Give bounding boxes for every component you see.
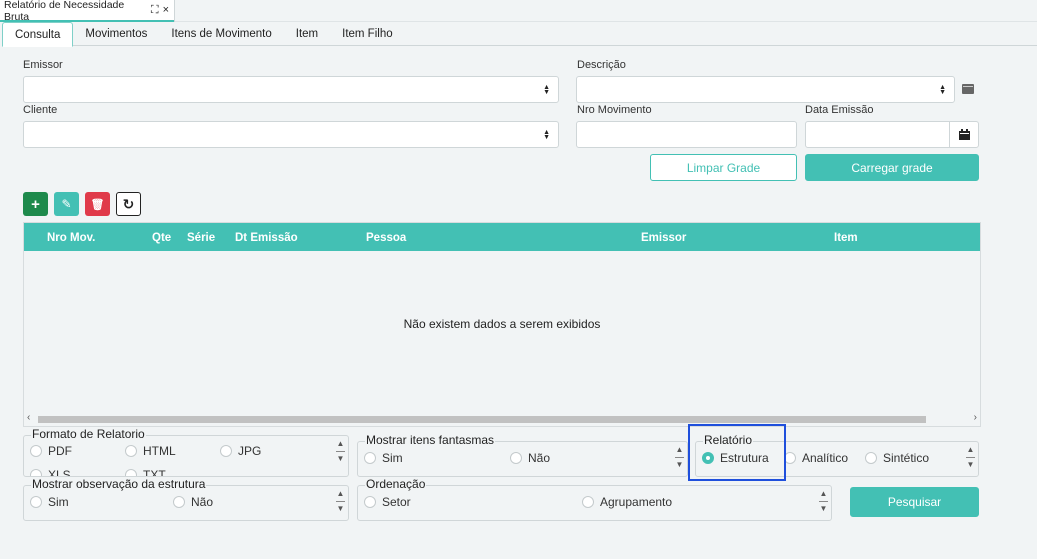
relatorio-scroll[interactable]: ▲ ▼ bbox=[966, 446, 975, 469]
data-emissao-input[interactable] bbox=[805, 121, 951, 148]
cliente-select[interactable]: ▲ ▼ bbox=[23, 121, 559, 148]
scroll-left-icon[interactable]: ‹ bbox=[27, 412, 30, 423]
refresh-icon: ↻ bbox=[122, 195, 135, 212]
cliente-label: Cliente bbox=[23, 104, 58, 116]
observacao-group: Mostrar observação da estrutura Sim Não … bbox=[23, 477, 349, 521]
nro-movimento-label: Nro Movimento bbox=[577, 104, 652, 116]
radio-fantasmas-sim[interactable]: Sim bbox=[364, 451, 403, 465]
radio-jpg[interactable]: JPG bbox=[220, 444, 261, 458]
radio-sintetico[interactable]: Sintético bbox=[865, 451, 929, 465]
formato-scroll[interactable]: ▲ ▼ bbox=[336, 440, 345, 463]
radio-analitico[interactable]: Analítico bbox=[784, 451, 848, 465]
plus-icon: + bbox=[31, 195, 40, 213]
tab-movimentos[interactable]: Movimentos bbox=[73, 22, 159, 46]
radio-fantasmas-nao[interactable]: Não bbox=[510, 451, 550, 465]
radio-html[interactable]: HTML bbox=[125, 444, 176, 458]
grid-header: Nro Mov. Qte Série Dt Emissão Pessoa Emi… bbox=[24, 223, 980, 251]
observacao-scroll[interactable]: ▲ ▼ bbox=[336, 490, 345, 513]
column-serie[interactable]: Série bbox=[187, 232, 215, 244]
ordenacao-scroll[interactable]: ▲ ▼ bbox=[819, 490, 828, 513]
column-dt-emissao[interactable]: Dt Emissão bbox=[235, 232, 298, 244]
ordenacao-group: Ordenação Setor Agrupamento ▲ ▼ bbox=[357, 477, 832, 521]
radio-agrupamento[interactable]: Agrupamento bbox=[582, 495, 672, 509]
pesquisar-button[interactable]: Pesquisar bbox=[850, 487, 979, 517]
horizontal-scrollbar[interactable]: ‹ › bbox=[24, 412, 980, 426]
selection-highlight bbox=[688, 424, 786, 481]
expand-icon[interactable]: ⛶ bbox=[151, 4, 159, 17]
radio-setor[interactable]: Setor bbox=[364, 495, 411, 509]
calendar-button[interactable] bbox=[949, 121, 979, 148]
tab-bar: Consulta Movimentos Itens de Movimento I… bbox=[2, 22, 1037, 47]
nro-movimento-input[interactable] bbox=[576, 121, 797, 148]
column-item[interactable]: Item bbox=[834, 232, 858, 244]
tab-consulta[interactable]: Consulta bbox=[2, 22, 74, 47]
empty-message: Não existem dados a serem exibidos bbox=[403, 317, 601, 331]
radio-pdf[interactable]: PDF bbox=[30, 444, 72, 458]
calendar-icon bbox=[958, 129, 970, 140]
scroll-right-icon[interactable]: › bbox=[974, 412, 977, 423]
select-arrows-icon: ▲ ▼ bbox=[939, 84, 946, 96]
observacao-legend: Mostrar observação da estrutura bbox=[31, 477, 207, 491]
tab-item[interactable]: Item bbox=[284, 22, 330, 46]
fantasmas-legend: Mostrar itens fantasmas bbox=[365, 433, 496, 447]
descricao-select[interactable]: ▲ ▼ bbox=[576, 76, 955, 103]
delete-button[interactable]: 🗑 bbox=[85, 192, 110, 216]
formato-relatorio-group: Formato de Relatorio PDF HTML JPG XLS TX… bbox=[23, 427, 349, 477]
select-arrows-icon: ▲ ▼ bbox=[543, 129, 550, 141]
tab-itens-de-movimento[interactable]: Itens de Movimento bbox=[159, 22, 283, 46]
limpar-grade-button[interactable]: Limpar Grade bbox=[650, 154, 797, 181]
radio-observacao-sim[interactable]: Sim bbox=[30, 495, 69, 509]
fantasmas-scroll[interactable]: ▲ ▼ bbox=[675, 446, 684, 469]
book-icon[interactable] bbox=[962, 84, 974, 94]
descricao-label: Descrição bbox=[577, 59, 626, 71]
document-tab[interactable]: Relatório de Necessidade Bruta ⛶ × bbox=[0, 0, 175, 23]
column-emissor[interactable]: Emissor bbox=[641, 232, 686, 244]
tab-item-filho[interactable]: Item Filho bbox=[330, 22, 405, 46]
carregar-grade-button[interactable]: Carregar grade bbox=[805, 154, 979, 181]
results-grid: Nro Mov. Qte Série Dt Emissão Pessoa Emi… bbox=[23, 222, 981, 427]
add-button[interactable]: + bbox=[23, 192, 48, 216]
edit-icon: ✎ bbox=[61, 197, 72, 211]
tab-strip bbox=[175, 0, 1037, 22]
radio-observacao-nao[interactable]: Não bbox=[173, 495, 213, 509]
trash-icon: 🗑 bbox=[90, 198, 105, 211]
select-arrows-icon: ▲ ▼ bbox=[543, 84, 550, 96]
fantasmas-group: Mostrar itens fantasmas Sim Não ▲ ▼ bbox=[357, 433, 688, 477]
emissor-select[interactable]: ▲ ▼ bbox=[23, 76, 559, 103]
refresh-button[interactable]: ↻ bbox=[116, 192, 141, 216]
column-nro-mov[interactable]: Nro Mov. bbox=[47, 232, 95, 244]
data-emissao-label: Data Emissão bbox=[805, 104, 874, 116]
close-icon[interactable]: × bbox=[163, 4, 169, 17]
document-tab-title: Relatório de Necessidade Bruta bbox=[4, 0, 125, 23]
edit-button[interactable]: ✎ bbox=[54, 192, 79, 216]
emissor-label: Emissor bbox=[23, 59, 63, 71]
column-qte[interactable]: Qte bbox=[152, 232, 171, 244]
radio-xls[interactable]: XLS bbox=[30, 468, 71, 476]
ordenacao-legend: Ordenação bbox=[365, 477, 427, 491]
column-pessoa[interactable]: Pessoa bbox=[366, 232, 406, 244]
scroll-thumb[interactable] bbox=[38, 416, 926, 423]
radio-txt[interactable]: TXT bbox=[125, 468, 166, 476]
